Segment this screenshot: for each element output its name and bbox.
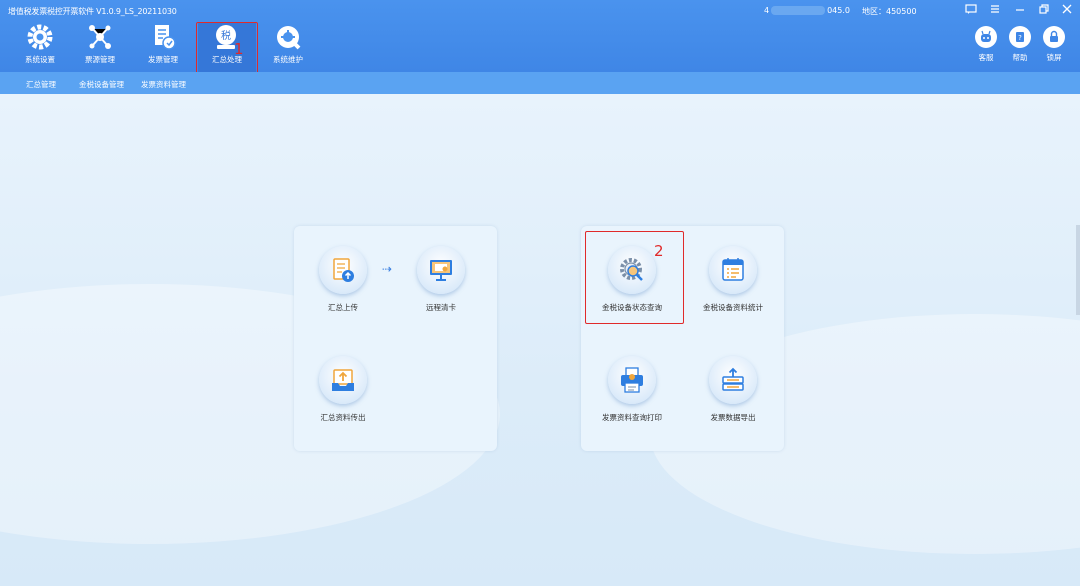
remote-clear-card-button[interactable]: 远程清卡 bbox=[386, 246, 496, 313]
highlight-box-1 bbox=[196, 22, 258, 78]
menu-icon[interactable] bbox=[988, 3, 1002, 15]
network-icon bbox=[85, 22, 115, 52]
card-label: 汇总上传 bbox=[328, 303, 358, 312]
toolbar-label: 帮助 bbox=[1012, 53, 1028, 62]
highlight-box-2 bbox=[585, 231, 684, 324]
toolbar-label: 锁屏 bbox=[1046, 53, 1062, 62]
close-icon[interactable] bbox=[1060, 3, 1074, 15]
card-label: 金税设备资料统计 bbox=[703, 303, 763, 312]
restore-icon[interactable] bbox=[1037, 3, 1051, 15]
message-icon[interactable] bbox=[964, 3, 978, 15]
printer-icon bbox=[608, 356, 656, 404]
subnav-summary-management[interactable]: 汇总管理 bbox=[26, 79, 56, 90]
toolbar-label: 发票管理 bbox=[148, 55, 178, 64]
card-label: 远程清卡 bbox=[426, 303, 456, 312]
toolbar-label: 系统设置 bbox=[25, 55, 55, 64]
scrollbar[interactable] bbox=[1076, 225, 1080, 315]
summary-data-export-button[interactable]: 汇总资料传出 bbox=[288, 356, 398, 423]
region-code: 地区：450500 bbox=[862, 7, 917, 16]
svg-text:?: ? bbox=[1018, 34, 1022, 42]
card-label: 汇总资料传出 bbox=[320, 413, 366, 422]
toolbar-system-settings[interactable]: 系统设置 bbox=[12, 22, 68, 72]
toolbar-label: 系统维护 bbox=[273, 55, 303, 64]
toolbar-system-maintenance[interactable]: 系统维护 bbox=[260, 22, 316, 72]
calendar-list-icon bbox=[709, 246, 757, 294]
card-label: 发票数据导出 bbox=[710, 413, 756, 422]
toolbar-label: 票源管理 bbox=[85, 55, 115, 64]
remote-monitor-icon bbox=[417, 246, 465, 294]
account-id: 4 045.0 bbox=[764, 6, 850, 15]
help-icon: ? bbox=[1009, 26, 1031, 48]
redaction-mask bbox=[771, 6, 826, 15]
invoice-query-print-button[interactable]: 发票资料查询打印 bbox=[577, 356, 687, 423]
export-tray-icon bbox=[319, 356, 367, 404]
robot-icon bbox=[975, 26, 997, 48]
toolbar-ticket-source[interactable]: 票源管理 bbox=[72, 22, 128, 72]
app-title: 增值税发票税控开票软件 V1.0.9_LS_20211030 bbox=[8, 7, 177, 16]
data-export-icon bbox=[709, 356, 757, 404]
gear-icon bbox=[25, 22, 55, 52]
lock-icon bbox=[1043, 26, 1065, 48]
help-button[interactable]: ? 帮助 bbox=[1003, 26, 1037, 63]
minimize-icon[interactable] bbox=[1013, 3, 1027, 15]
summary-panel: 汇总上传 ⇢ 远程清卡 汇总资料传出 bbox=[294, 226, 497, 451]
invoice-icon bbox=[148, 22, 178, 52]
toolbar-label: 客服 bbox=[978, 53, 994, 62]
card-label: 发票资料查询打印 bbox=[602, 413, 662, 422]
summary-upload-button[interactable]: 汇总上传 bbox=[288, 246, 398, 313]
customer-service-button[interactable]: 客服 bbox=[969, 26, 1003, 63]
invoice-data-export-button[interactable]: 发票数据导出 bbox=[678, 356, 788, 423]
title-bar: 增值税发票税控开票软件 V1.0.9_LS_20211030 4 045.0 地区… bbox=[0, 0, 1080, 78]
lock-screen-button[interactable]: 锁屏 bbox=[1037, 26, 1071, 63]
annotation-number-1: 1 bbox=[234, 40, 244, 58]
main-content: 汇总上传 ⇢ 远程清卡 汇总资料传出 金税设备状态查询 金税设备资料统计 发票资… bbox=[0, 94, 1080, 586]
toolbar-invoice-management[interactable]: 发票管理 bbox=[135, 22, 191, 72]
subnav-invoice-data-management[interactable]: 发票资料管理 bbox=[141, 79, 186, 90]
annotation-number-2: 2 bbox=[654, 242, 664, 260]
maintenance-icon bbox=[273, 22, 303, 52]
sub-navigation: 汇总管理 金税设备管理 发票资料管理 bbox=[0, 72, 1080, 94]
subnav-golden-tax-device-management[interactable]: 金税设备管理 bbox=[79, 79, 124, 90]
upload-doc-icon bbox=[319, 246, 367, 294]
device-data-statistics-button[interactable]: 金税设备资料统计 bbox=[678, 246, 788, 313]
